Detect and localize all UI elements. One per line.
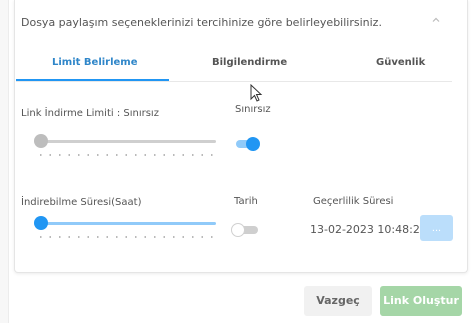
download-duration-slider-thumb[interactable] xyxy=(34,216,48,230)
validity-label: Geçerlilik Süresi xyxy=(313,196,394,207)
download-duration-label: İndirebilme Süresi(Saat) xyxy=(21,197,142,208)
tab-guvenlik[interactable]: Güvenlik xyxy=(376,57,425,68)
link-limit-slider-ticks xyxy=(36,154,216,156)
cancel-button[interactable]: Vazgeç xyxy=(304,286,372,316)
tab-divider xyxy=(16,81,452,82)
unlimited-toggle-label: Sınırsız xyxy=(235,104,271,115)
unlimited-toggle-knob[interactable] xyxy=(246,137,260,151)
link-limit-label: Link İndirme Limiti : Sınırsız xyxy=(21,108,159,119)
date-toggle-label: Tarih xyxy=(234,196,258,207)
validity-date-value: 13-02-2023 10:48:23 xyxy=(310,223,427,236)
create-link-button[interactable]: Link Oluştur xyxy=(380,286,462,316)
tab-bilgilendirme[interactable]: Bilgilendirme xyxy=(212,57,287,68)
date-toggle-knob[interactable] xyxy=(231,223,245,237)
left-edge-panel xyxy=(0,0,9,323)
panel-description: Dosya paylaşım seçeneklerinizi tercihini… xyxy=(21,16,382,29)
link-limit-slider-track[interactable] xyxy=(35,140,216,143)
date-picker-button[interactable]: ... xyxy=(420,215,453,241)
download-duration-slider-ticks xyxy=(36,236,216,238)
mouse-pointer-icon xyxy=(250,84,263,102)
tab-limit-belirleme[interactable]: Limit Belirleme xyxy=(52,57,138,68)
active-tab-indicator xyxy=(16,79,169,81)
link-limit-slider-thumb[interactable] xyxy=(34,134,48,148)
download-duration-slider-track[interactable] xyxy=(35,222,216,225)
chevron-up-icon[interactable] xyxy=(430,14,442,26)
